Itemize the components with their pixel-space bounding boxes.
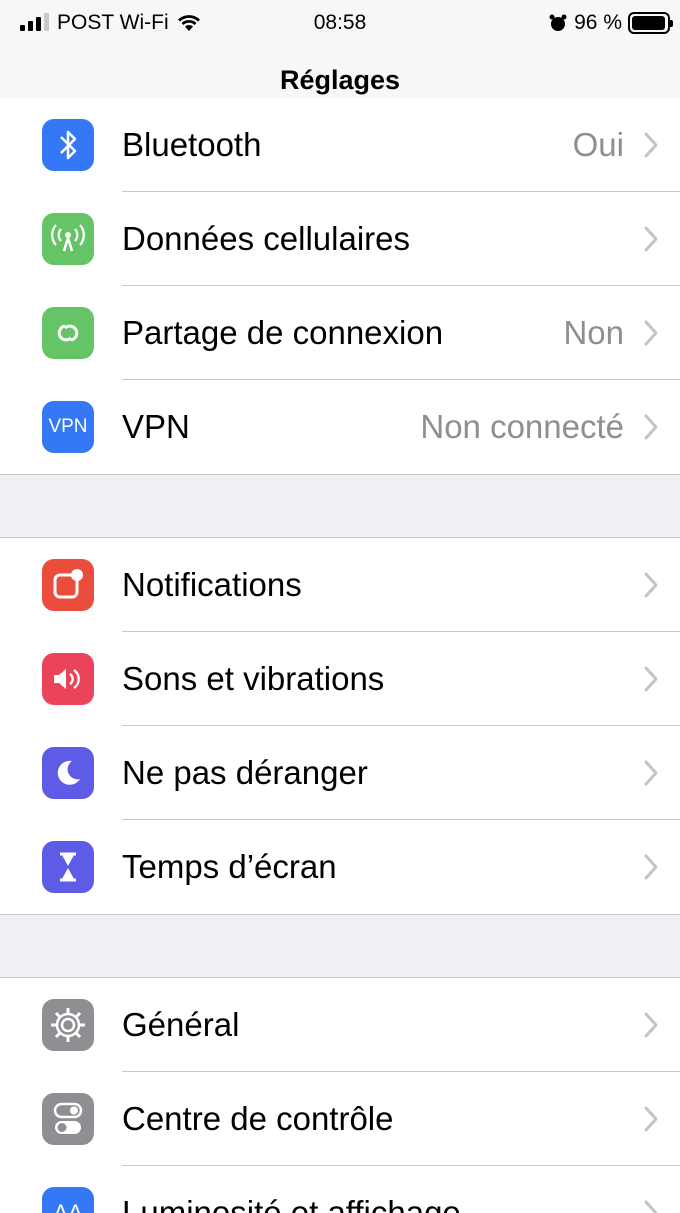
- row-label: Ne pas déranger: [122, 754, 368, 791]
- row-icon-tile: [42, 559, 94, 611]
- settings-list[interactable]: Bluetooth Oui Données cellulaires Partage d…: [0, 98, 680, 1213]
- alarm-icon: [549, 14, 567, 31]
- antenna-icon: [50, 224, 86, 254]
- settings-row-temps-d-ecran[interactable]: Temps d’écran: [0, 820, 680, 914]
- chevron-right-icon: [644, 572, 658, 598]
- notifications-icon: [50, 567, 86, 603]
- toggles-icon: [51, 1099, 85, 1139]
- row-label: Bluetooth: [122, 126, 262, 163]
- chevron-right-icon: [644, 1106, 658, 1132]
- row-label: Luminosité et affichage: [122, 1194, 461, 1213]
- chain-link-icon: [51, 316, 85, 350]
- row-icon-tile: [42, 213, 94, 265]
- display-icon: AA: [53, 1200, 83, 1213]
- status-bar: POST Wi-Fi 08:58 96 %: [0, 0, 680, 46]
- gear-icon: [48, 1005, 88, 1045]
- settings-row-ne-pas-deranger[interactable]: Ne pas déranger: [0, 726, 680, 820]
- row-label: Données cellulaires: [122, 220, 410, 257]
- battery-icon: [628, 12, 673, 34]
- row-label: Temps d’écran: [122, 848, 337, 885]
- hourglass-icon: [53, 850, 83, 884]
- row-value: Non connecté: [420, 408, 624, 445]
- chevron-right-icon: [644, 320, 658, 346]
- row-icon-tile: VPN: [42, 401, 94, 453]
- chevron-right-icon: [644, 760, 658, 786]
- row-label: Sons et vibrations: [122, 660, 385, 697]
- settings-row-notifications[interactable]: Notifications: [0, 538, 680, 632]
- row-label: Centre de contrôle: [122, 1100, 394, 1137]
- settings-group: Bluetooth Oui Données cellulaires Partage d…: [0, 98, 680, 474]
- settings-group: Général Centre de contrôle AA Luminosité et…: [0, 978, 680, 1213]
- chevron-right-icon: [644, 1200, 658, 1213]
- row-value: Oui: [572, 126, 624, 163]
- page-title: Réglages: [279, 65, 401, 95]
- row-icon-tile: [42, 653, 94, 705]
- settings-row-donnees-cellulaires[interactable]: Données cellulaires: [0, 192, 680, 286]
- status-right: 96 %: [548, 11, 673, 35]
- row-icon-tile: AA: [42, 1187, 94, 1213]
- settings-row-vpn[interactable]: VPN VPN Non connecté: [0, 380, 680, 474]
- section-gap: [0, 474, 680, 538]
- row-icon-tile: [42, 1093, 94, 1145]
- settings-row-luminosite-et-affichage[interactable]: AA Luminosité et affichage: [0, 1166, 680, 1213]
- settings-row-sons-et-vibrations[interactable]: Sons et vibrations: [0, 632, 680, 726]
- battery-percentage: 96 %: [574, 11, 622, 34]
- row-label: VPN: [122, 408, 190, 445]
- chevron-right-icon: [644, 666, 658, 692]
- section-gap: [0, 914, 680, 978]
- row-label: Notifications: [122, 566, 302, 603]
- row-icon-tile: [42, 999, 94, 1051]
- battery-fill: [632, 16, 665, 30]
- vpn-icon: VPN: [48, 416, 88, 437]
- row-label: Partage de connexion: [122, 314, 444, 351]
- chevron-right-icon: [644, 1012, 658, 1038]
- chevron-right-icon: [644, 854, 658, 880]
- row-label: Général: [122, 1006, 240, 1043]
- chevron-right-icon: [644, 132, 658, 158]
- row-value: Non: [563, 314, 624, 351]
- row-icon-tile: [42, 747, 94, 799]
- settings-row-centre-de-controle[interactable]: Centre de contrôle: [0, 1072, 680, 1166]
- row-icon-tile: [42, 119, 94, 171]
- moon-icon: [52, 757, 84, 789]
- settings-row-bluetooth[interactable]: Bluetooth Oui: [0, 98, 680, 192]
- chevron-right-icon: [644, 414, 658, 440]
- row-icon-tile: [42, 841, 94, 893]
- settings-row-general[interactable]: Général: [0, 978, 680, 1072]
- bluetooth-icon: [54, 128, 82, 162]
- settings-row-partage-de-connexion[interactable]: Partage de connexion Non: [0, 286, 680, 380]
- row-icon-tile: [42, 307, 94, 359]
- settings-group: Notifications Sons et vibrations Ne pas dé…: [0, 538, 680, 914]
- chevron-right-icon: [644, 226, 658, 252]
- speaker-icon: [50, 664, 86, 694]
